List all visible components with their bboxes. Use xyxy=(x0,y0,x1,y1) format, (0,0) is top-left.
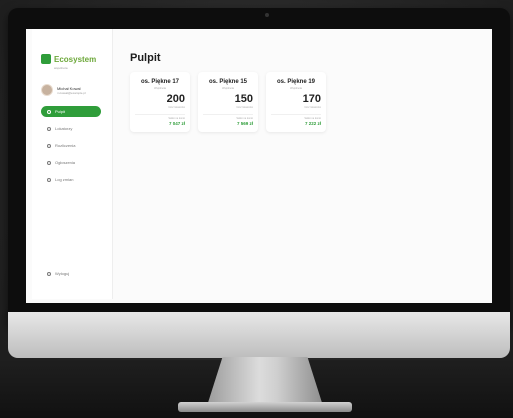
card-value: 200 xyxy=(166,93,185,105)
sidebar-item-label: Rozliczenia xyxy=(55,143,76,148)
sidebar-nav: Pulpit Lokatorzy Rozliczenia Ogłoszenia … xyxy=(41,106,101,191)
user-email: m.kowal@example.pl xyxy=(57,90,86,95)
sidebar-item-label: Pulpit xyxy=(55,109,66,114)
sidebar-item-label: Log zmian xyxy=(55,177,74,182)
card-title: os. Piękne 17 xyxy=(140,79,180,85)
sidebar-item-pulpit[interactable]: Pulpit xyxy=(41,106,101,117)
sidebar-item-label: Ogłoszenia xyxy=(55,160,76,165)
card-subtitle: Wspólnota xyxy=(222,87,234,90)
logout-icon xyxy=(47,271,51,276)
page-title: Pulpit xyxy=(130,52,161,64)
card-amount: 7 569 zł xyxy=(236,121,253,126)
card-divider xyxy=(271,114,321,115)
logo-text: Ecosystem xyxy=(54,54,97,64)
logout-label: Wyloguj xyxy=(55,271,70,276)
users-icon xyxy=(47,126,51,131)
card-amount: 7 222 zł xyxy=(304,121,321,126)
monitor: Ecosystem wspólnota Michał Kowal m.kowal… xyxy=(8,8,510,328)
community-card[interactable]: os. Piękne 19 Wspólnota 170 Ilość lokato… xyxy=(266,72,326,132)
card-amount-label: Saldo na konto xyxy=(304,117,321,120)
card-value: 170 xyxy=(302,93,321,105)
card-amount: 7 047 zł xyxy=(168,121,185,126)
sidebar-item-lokatorzy[interactable]: Lokatorzy xyxy=(41,123,101,134)
calc-icon xyxy=(47,143,51,148)
card-subtitle: Wspólnota xyxy=(290,87,302,90)
avatar xyxy=(41,84,53,96)
card-divider xyxy=(135,114,185,115)
user-profile[interactable]: Michał Kowal m.kowal@example.pl xyxy=(41,84,86,96)
monitor-chin xyxy=(8,312,510,358)
home-icon xyxy=(47,109,51,114)
logo[interactable]: Ecosystem xyxy=(41,54,96,64)
card-title: os. Piękne 15 xyxy=(208,79,248,85)
logo-icon xyxy=(41,54,51,64)
card-amount-label: Saldo na konto xyxy=(168,117,185,120)
list-icon xyxy=(47,177,51,182)
sidebar-item-log[interactable]: Log zmian xyxy=(41,174,101,185)
card-value-label: Ilość lokatorów xyxy=(236,106,253,109)
card-value-label: Ilość lokatorów xyxy=(304,106,321,109)
sidebar-item-ogloszenia[interactable]: Ogłoszenia xyxy=(41,157,101,168)
camera-icon xyxy=(265,13,269,17)
card-title: os. Piękne 19 xyxy=(276,79,316,85)
card-divider xyxy=(203,114,253,115)
card-value-label: Ilość lokatorów xyxy=(168,106,185,109)
sidebar: Ecosystem wspólnota Michał Kowal m.kowal… xyxy=(32,29,113,299)
logout-button[interactable]: Wyloguj xyxy=(47,271,69,276)
community-card[interactable]: os. Piękne 15 Wspólnota 150 Ilość lokato… xyxy=(198,72,258,132)
screen: Ecosystem wspólnota Michał Kowal m.kowal… xyxy=(26,29,492,303)
bell-icon xyxy=(47,160,51,165)
community-card[interactable]: os. Piękne 17 Wspólnota 200 Ilość lokato… xyxy=(130,72,190,132)
sidebar-item-rozliczenia[interactable]: Rozliczenia xyxy=(41,140,101,151)
card-subtitle: Wspólnota xyxy=(154,87,166,90)
sidebar-item-label: Lokatorzy xyxy=(55,126,73,131)
card-amount-label: Saldo na konto xyxy=(236,117,253,120)
community-cards: os. Piękne 17 Wspólnota 200 Ilość lokato… xyxy=(130,72,326,132)
logo-tagline: wspólnota xyxy=(54,66,68,70)
card-value: 150 xyxy=(234,93,253,105)
monitor-base xyxy=(178,402,352,412)
